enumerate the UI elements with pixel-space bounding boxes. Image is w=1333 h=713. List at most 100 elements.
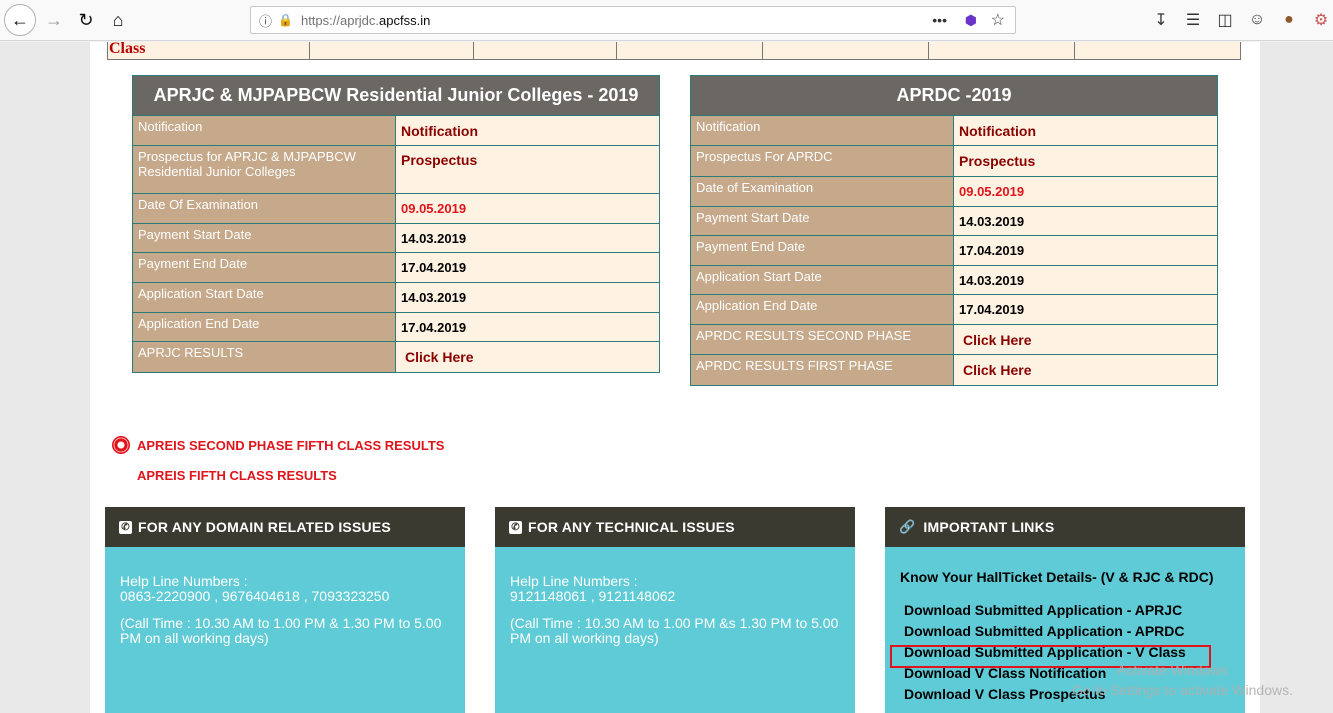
new-burst-icon — [112, 436, 130, 454]
table-label: Application End Date — [132, 312, 396, 342]
page-content: Class APRJC & MJPAPBCW Residential Junio… — [90, 42, 1260, 713]
box-header: 🔗 IMPORTANT LINKS — [885, 507, 1245, 547]
notification-link[interactable]: Notification — [953, 115, 1218, 146]
domain-issues-box: ✆ FOR ANY DOMAIN RELATED ISSUES Help Line… — [105, 507, 465, 713]
reload-button[interactable]: ↻ — [72, 6, 100, 34]
sidebar-icon[interactable]: ◫ — [1213, 8, 1237, 32]
addon-icon[interactable]: ⚙ — [1309, 8, 1333, 32]
box-title: FOR ANY TECHNICAL ISSUES — [528, 519, 735, 535]
table-value: 14.03.2019 — [953, 206, 1218, 236]
table-label: Prospectus For APRDC — [690, 145, 954, 177]
table-value: 17.04.2019 — [953, 294, 1218, 325]
download-aprdc-link[interactable]: Download Submitted Application - APRDC — [900, 621, 1230, 642]
back-button[interactable]: ← — [4, 4, 36, 36]
box-header: ✆ FOR ANY TECHNICAL ISSUES — [495, 507, 855, 547]
phone-icon: ✆ — [509, 520, 522, 534]
cookie-icon[interactable]: ● — [1277, 8, 1301, 32]
previous-table-row: Class — [107, 42, 1241, 60]
reload-icon: ↻ — [78, 9, 94, 30]
back-arrow-icon: ← — [11, 9, 29, 30]
box-body: Help Line Numbers :9121148061 , 91211480… — [495, 547, 855, 713]
table-label: Notification — [690, 115, 954, 146]
home-button[interactable]: ⌂ — [104, 6, 132, 34]
url-bar[interactable]: ⓘ 🔒 https://aprjdc.apcfss.in ••• ⬢ ☆ — [250, 6, 1016, 34]
table-value: 14.03.2019 — [395, 282, 660, 313]
table-label: Application Start Date — [132, 282, 396, 313]
table-label: Application End Date — [690, 294, 954, 325]
cell — [617, 42, 763, 59]
aprdc-table-title: APRDC -2019 — [690, 75, 1218, 116]
table-value: 09.05.2019 — [395, 193, 660, 224]
browser-toolbar: ← → ↻ ⌂ ⓘ 🔒 https://aprjdc.apcfss.in •••… — [0, 0, 1333, 41]
class-label: Class — [108, 42, 310, 59]
cell — [763, 42, 929, 59]
table-label: APRJC RESULTS — [132, 341, 396, 373]
forward-button[interactable]: → — [40, 6, 68, 34]
download-aprjc-link[interactable]: Download Submitted Application - APRJC — [900, 600, 1230, 621]
cell — [1075, 42, 1240, 59]
table-label: APRDC RESULTS FIRST PHASE — [690, 354, 954, 386]
page-viewport: Class APRJC & MJPAPBCW Residential Junio… — [0, 42, 1333, 713]
more-actions-icon[interactable]: ••• — [932, 12, 947, 28]
prospectus-link[interactable]: Prospectus — [395, 145, 660, 194]
aprjc-table-title: APRJC & MJPAPBCW Residential Junior Coll… — [132, 75, 660, 116]
table-label: APRDC RESULTS SECOND PHASE — [690, 324, 954, 355]
extension-icon[interactable]: ⬢ — [965, 12, 977, 29]
cell — [310, 42, 474, 59]
table-value: 09.05.2019 — [953, 176, 1218, 207]
cell — [474, 42, 617, 59]
helpline: Help Line Numbers :0863-2220900 , 967640… — [120, 574, 450, 604]
aprdc-table: APRDC -2019 Notification Notification Pro… — [690, 75, 1218, 386]
table-value: 17.04.2019 — [395, 252, 660, 283]
library-icon[interactable]: ☰ — [1181, 8, 1205, 32]
table-label: Date of Examination — [690, 176, 954, 207]
call-time: (Call Time : 10.30 AM to 1.00 PM & 1.30 … — [120, 615, 442, 646]
phone-icon: ✆ — [119, 520, 132, 534]
prospectus-link[interactable]: Prospectus — [953, 145, 1218, 177]
table-value: 17.04.2019 — [395, 312, 660, 342]
helpline-numbers: 0863-2220900 , 9676404618 , 7093323250 — [120, 588, 390, 604]
home-icon: ⌂ — [112, 9, 124, 30]
toolbar-right-icons: ↧ ☰ ◫ ☺ ● ⚙ — [1149, 8, 1333, 32]
table-label: Payment End Date — [132, 252, 396, 283]
lock-warning-icon[interactable]: 🔒 — [278, 13, 293, 27]
helpline-label: Help Line Numbers : — [510, 573, 638, 589]
aprjc-results-link[interactable]: Click Here — [395, 341, 660, 373]
hallticket-link[interactable]: Know Your HallTicket Details- (V & RJC &… — [900, 567, 1230, 588]
table-value: 14.03.2019 — [953, 265, 1218, 295]
activate-windows-watermark: Activate Windows Go to Settings to activ… — [1072, 660, 1293, 700]
aprdc-second-phase-results-link[interactable]: Click Here — [953, 324, 1218, 355]
table-label: Payment Start Date — [132, 223, 396, 253]
account-icon[interactable]: ☺ — [1245, 8, 1269, 32]
results-alerts: APREIS SECOND PHASE FIFTH CLASS RESULTS … — [112, 430, 444, 490]
helpline-label: Help Line Numbers : — [120, 573, 248, 589]
notification-link[interactable]: Notification — [395, 115, 660, 146]
table-label: Prospectus for APRJC & MJPAPBCW Resident… — [132, 145, 396, 194]
bookmark-star-icon[interactable]: ☆ — [991, 10, 1005, 30]
table-label: Date Of Examination — [132, 193, 396, 224]
helpline: Help Line Numbers :9121148061 , 91211480… — [510, 574, 840, 604]
table-label: Payment Start Date — [690, 206, 954, 236]
box-title: FOR ANY DOMAIN RELATED ISSUES — [138, 519, 391, 535]
table-value: 14.03.2019 — [395, 223, 660, 253]
helpline-numbers: 9121148061 , 9121148062 — [510, 588, 676, 604]
box-title: IMPORTANT LINKS — [923, 519, 1055, 535]
table-label: Application Start Date — [690, 265, 954, 295]
url-text[interactable]: https://aprjdc.apcfss.in — [301, 13, 430, 28]
table-label: Notification — [132, 115, 396, 146]
call-time: (Call Time : 10.30 AM to 1.00 PM &s 1.30… — [510, 615, 839, 646]
apreis-second-phase-results-link[interactable]: APREIS SECOND PHASE FIFTH CLASS RESULTS — [137, 438, 444, 453]
apreis-fifth-class-results-link[interactable]: APREIS FIFTH CLASS RESULTS — [137, 468, 337, 483]
link-icon: 🔗 — [899, 519, 916, 534]
table-value: 17.04.2019 — [953, 235, 1218, 266]
download-icon[interactable]: ↧ — [1149, 8, 1173, 32]
table-label: Payment End Date — [690, 235, 954, 266]
cell — [929, 42, 1075, 59]
forward-arrow-icon: → — [45, 9, 63, 30]
aprdc-first-phase-results-link[interactable]: Click Here — [953, 354, 1218, 386]
technical-issues-box: ✆ FOR ANY TECHNICAL ISSUES Help Line Numb… — [495, 507, 855, 713]
box-header: ✆ FOR ANY DOMAIN RELATED ISSUES — [105, 507, 465, 547]
watermark-line1: Activate Windows — [1117, 662, 1228, 678]
info-icon[interactable]: ⓘ — [259, 11, 272, 30]
aprjc-table: APRJC & MJPAPBCW Residential Junior Coll… — [132, 75, 660, 373]
